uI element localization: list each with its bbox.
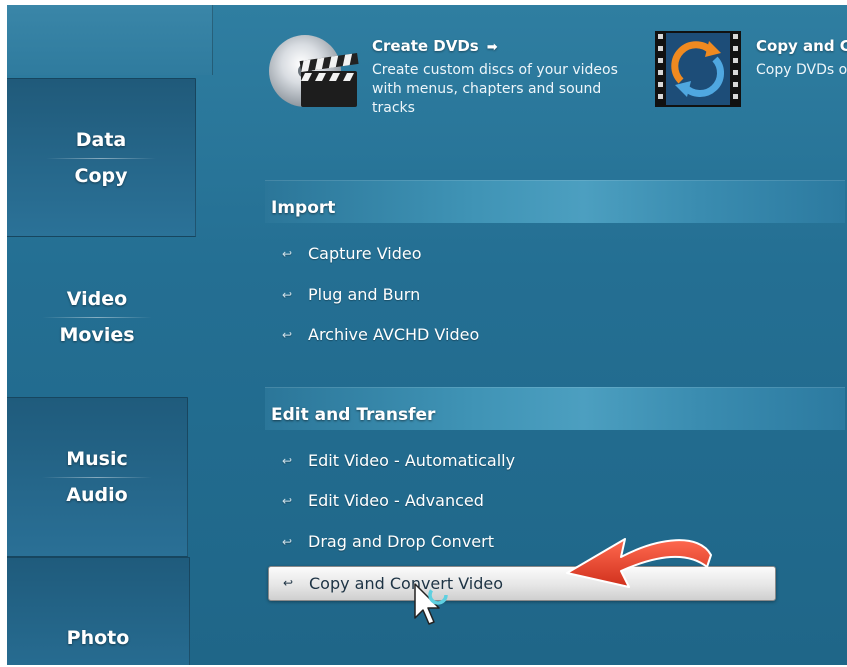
sidebar-item-label: Audio [66,484,128,506]
curved-arrow-icon: ↩ [282,535,293,549]
sidebar-item-label: Video [66,288,128,310]
curved-arrow-icon: ↩ [282,328,293,342]
curved-arrow-icon: ↩ [282,247,293,261]
sidebar-item-photo[interactable]: Photo [7,557,190,665]
curved-arrow-icon: ↩ [282,494,293,508]
section-title: Import [271,198,336,218]
divider [42,477,152,478]
copy-convert-icon [655,31,741,107]
sidebar-item-label: Photo [66,627,130,649]
sidebar-top-tile [7,5,213,75]
section-header-import: Import [265,180,845,223]
list-item-label: Edit Video - Automatically [308,451,516,470]
annotation-arrow-icon [566,538,712,588]
list-item-edit-video-advanced[interactable]: ↩ Edit Video - Advanced [277,487,777,515]
list-item-plug-and-burn[interactable]: ↩ Plug and Burn [277,281,777,309]
curved-arrow-icon: ↩ [282,288,293,302]
list-item-label: Copy and Convert Video [309,574,504,593]
section-title: Edit and Transfer [271,405,436,425]
curved-arrow-icon: ↩ [282,454,293,468]
sidebar-item-label: Copy [74,164,128,187]
list-item-label: Drag and Drop Convert [308,532,494,551]
sidebar-item-label: Music [66,448,128,470]
feature-create-dvds[interactable]: Create DVDs ➡ Create custom discs of your… [265,29,625,129]
divider [46,157,156,159]
feature-title: Copy and Co [756,37,847,55]
category-sidebar: Data Copy Video Movies Music Audio Photo [7,5,232,665]
list-item-label: Archive AVCHD Video [308,325,480,344]
sidebar-item-data-copy[interactable]: Data Copy [7,78,196,237]
arrow-right-icon: ➡ [486,40,498,55]
list-item-label: Capture Video [308,244,422,263]
sidebar-item-video-movies[interactable]: Video Movies [7,237,187,397]
list-item-capture-video[interactable]: ↩ Capture Video [277,240,777,268]
list-item-label: Plug and Burn [308,285,421,304]
curved-arrow-icon: ↩ [283,576,294,590]
list-item-archive-avchd[interactable]: ↩ Archive AVCHD Video [277,321,777,349]
sidebar-item-music-audio[interactable]: Music Audio [7,397,188,557]
section-header-edit-transfer: Edit and Transfer [265,387,845,430]
feature-title: Create DVDs [372,37,479,55]
sidebar-item-label: Data [75,128,127,151]
list-item-label: Edit Video - Advanced [308,491,484,510]
divider [42,317,152,318]
sidebar-item-label: Movies [59,324,135,346]
feature-description: Create custom discs of your videos with … [372,62,618,116]
dvd-clapperboard-icon [269,35,359,107]
app-window: Data Copy Video Movies Music Audio Photo [7,5,847,665]
feature-description: Copy DVDs o [756,62,847,78]
list-item-edit-video-automatically[interactable]: ↩ Edit Video - Automatically [277,447,777,475]
feature-copy-convert[interactable]: Copy and Co Copy DVDs o [653,29,847,129]
mouse-cursor-icon [414,583,448,625]
